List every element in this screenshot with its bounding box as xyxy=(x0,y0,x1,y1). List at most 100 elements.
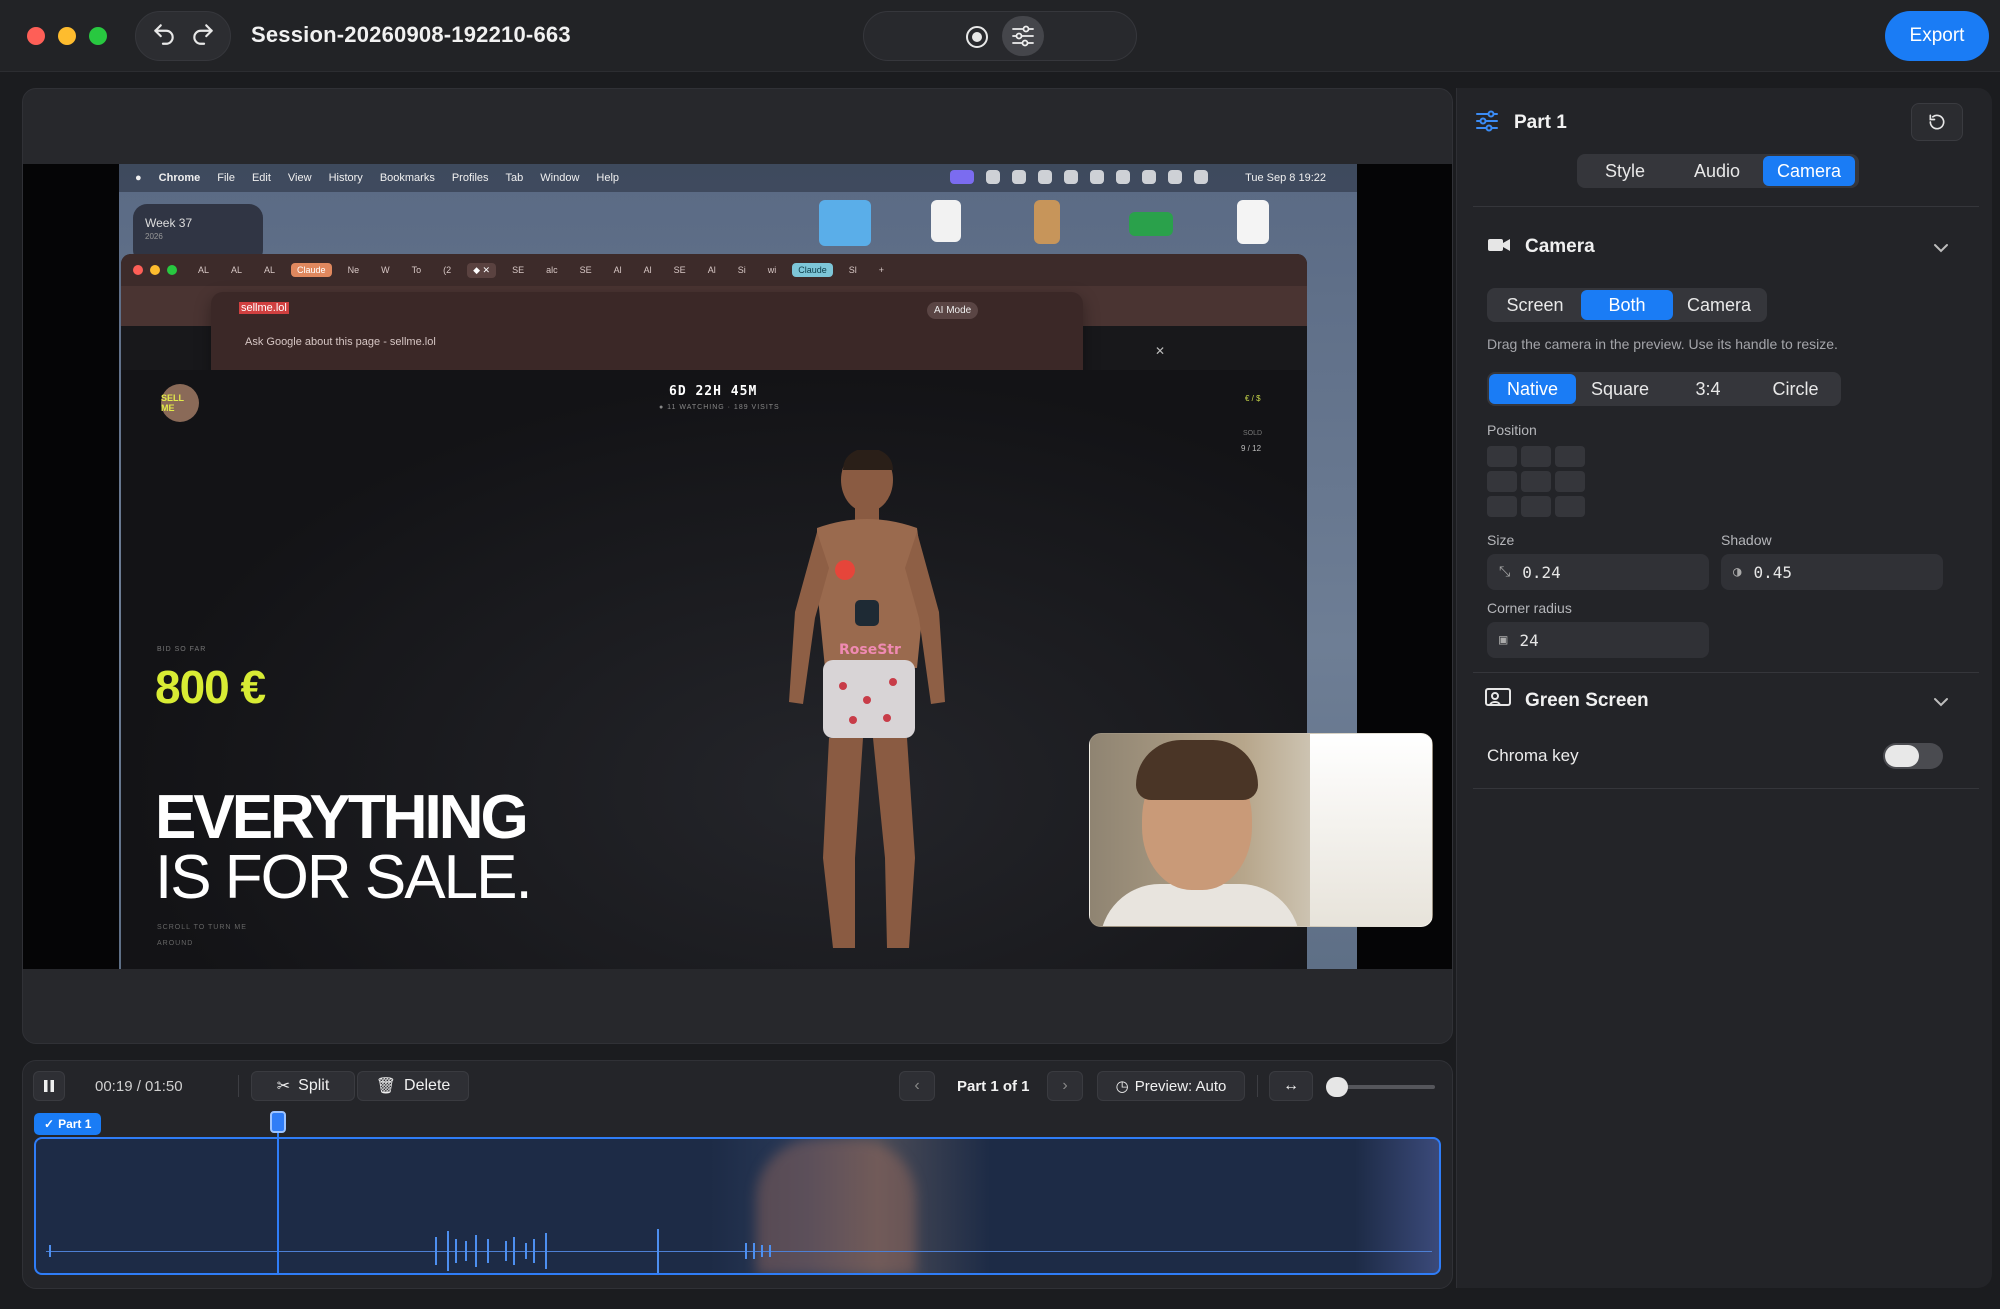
pause-button[interactable] xyxy=(33,1071,65,1101)
chrome-window-controls xyxy=(133,265,177,275)
size-field[interactable]: ⤡ 0.24 xyxy=(1487,554,1709,590)
menubar-item: Tab xyxy=(505,172,524,184)
shadow-field[interactable]: ◑ 0.45 xyxy=(1721,554,1943,590)
shape-native[interactable]: Native xyxy=(1489,374,1576,404)
playhead[interactable] xyxy=(277,1113,279,1275)
camera-shape-selector: Native Square 3:4 Circle xyxy=(1487,372,1841,406)
part-clip-tag[interactable]: ✓ Part 1 xyxy=(34,1113,102,1135)
panel-title: Part 1 xyxy=(1514,112,1567,133)
reset-button[interactable] xyxy=(1911,103,1963,141)
camera-section-title[interactable]: Camera xyxy=(1525,236,1595,258)
menubar-item: Edit xyxy=(251,172,271,184)
week-widget-title: Week 37 xyxy=(145,216,193,230)
undo-icon[interactable] xyxy=(151,21,177,52)
zoom-slider-knob[interactable] xyxy=(1326,1077,1348,1097)
chroma-key-toggle[interactable] xyxy=(1883,743,1943,769)
minimize-window-button[interactable] xyxy=(58,27,76,45)
document-icon xyxy=(931,200,961,242)
menubar-clock: Tue Sep 8 19:22 xyxy=(1245,172,1326,184)
auction-countdown: 6D 22H 45M xyxy=(669,384,758,399)
close-window-button[interactable] xyxy=(27,27,45,45)
position-center[interactable] xyxy=(1521,471,1551,492)
resize-icon: ⤡ xyxy=(1499,564,1511,580)
svg-text:RoseStr: RoseStr xyxy=(839,642,901,658)
timeline-clip[interactable] xyxy=(34,1137,1441,1275)
source-screen[interactable]: Screen xyxy=(1489,290,1581,320)
corner-radius-label: Corner radius xyxy=(1487,600,1572,616)
tab-style[interactable]: Style xyxy=(1579,156,1671,186)
chrome-omnibox: sellme.lol Ask Google about this page - … xyxy=(211,292,1083,382)
new-tab-icon: + xyxy=(878,265,885,275)
menubar-item: Window xyxy=(540,172,580,184)
chrome-tab: AL xyxy=(231,265,243,275)
chrome-tab: Sl xyxy=(848,265,857,275)
size-value: 0.24 xyxy=(1522,562,1561,582)
undo-redo-group xyxy=(135,11,231,61)
trash-icon: 🗑 xyxy=(375,1078,397,1095)
shape-3-4[interactable]: 3:4 xyxy=(1664,374,1752,404)
source-both[interactable]: Both xyxy=(1581,290,1673,320)
green-app-icon xyxy=(1129,212,1173,236)
chrome-tab: alc xyxy=(546,265,558,275)
menubar-item: Bookmarks xyxy=(379,172,435,184)
chrome-tab: SE xyxy=(673,265,686,275)
split-button[interactable]: ✂ Split xyxy=(251,1071,355,1101)
zoom-window-button[interactable] xyxy=(89,27,107,45)
close-icon: ✕ xyxy=(1155,344,1166,358)
playhead-handle[interactable] xyxy=(270,1111,286,1133)
camera-person-hair xyxy=(1136,740,1258,800)
reset-icon xyxy=(1929,114,1945,130)
chrome-tab: Al xyxy=(643,265,652,275)
divider xyxy=(1473,206,1979,207)
chevron-down-icon[interactable] xyxy=(1933,694,1949,712)
source-camera[interactable]: Camera xyxy=(1673,290,1765,320)
waveform-spikes xyxy=(49,1229,771,1273)
position-bottom-right[interactable] xyxy=(1555,496,1585,517)
chroma-key-label: Chroma key xyxy=(1487,746,1579,765)
recording-preview[interactable]: ● Chrome File Edit View History Bookmark… xyxy=(23,164,1452,969)
position-middle-left[interactable] xyxy=(1487,471,1517,492)
bid-value: 800 € xyxy=(155,661,266,713)
delete-button[interactable]: 🗑 Delete xyxy=(357,1071,469,1101)
chrome-tab: SE xyxy=(579,265,592,275)
tab-camera[interactable]: Camera xyxy=(1763,156,1855,186)
currency-switch: € / $ xyxy=(1245,394,1261,403)
pause-icon xyxy=(44,1080,54,1092)
headline-line-2: IS FOR SALE. xyxy=(155,843,533,912)
next-part-button[interactable]: › xyxy=(1047,1071,1083,1101)
fit-timeline-button[interactable]: ↔ xyxy=(1269,1071,1313,1101)
position-middle-right[interactable] xyxy=(1555,471,1585,492)
position-top-center[interactable] xyxy=(1521,446,1551,467)
camera-overlay[interactable] xyxy=(1089,733,1433,927)
green-screen-section-title[interactable]: Green Screen xyxy=(1525,690,1649,712)
chrome-tab: Claude xyxy=(792,263,833,277)
tab-audio[interactable]: Audio xyxy=(1671,156,1763,186)
camera-window-background xyxy=(1310,734,1432,926)
export-button[interactable]: Export xyxy=(1885,11,1989,61)
week-widget-year: 2026 xyxy=(145,232,163,241)
camera-hint: Drag the camera in the preview. Use its … xyxy=(1487,336,1838,352)
position-top-right[interactable] xyxy=(1555,446,1585,467)
preview-mode-button[interactable]: ◷ Preview: Auto xyxy=(1097,1071,1245,1101)
chrome-tab-strip: AL AL AL Claude Ne W To (2 ◆ ✕ SE alc SE… xyxy=(121,254,1307,286)
3d-man-figure: RoseStr xyxy=(789,450,945,948)
position-bottom-center[interactable] xyxy=(1521,496,1551,517)
scissors-icon: ✂ xyxy=(276,1078,291,1095)
record-icon[interactable] xyxy=(964,24,990,50)
shape-circle[interactable]: Circle xyxy=(1752,374,1839,404)
gauge-icon: ◷ xyxy=(1115,1078,1129,1095)
chrome-tab: Si xyxy=(737,265,746,275)
position-top-left[interactable] xyxy=(1487,446,1517,467)
redo-icon[interactable] xyxy=(190,21,216,52)
previous-part-button[interactable]: ‹ xyxy=(899,1071,935,1101)
position-label: Position xyxy=(1487,422,1537,438)
chevron-down-icon[interactable] xyxy=(1933,240,1949,258)
timeline-panel: 00:19 / 01:50 ✂ Split 🗑 Delete ‹ Part 1 … xyxy=(22,1060,1453,1289)
position-bottom-left[interactable] xyxy=(1487,496,1517,517)
shape-square[interactable]: Square xyxy=(1576,374,1664,404)
adjustments-icon[interactable] xyxy=(1002,16,1044,56)
sold-value: 9 / 12 xyxy=(1241,444,1262,453)
chrome-tab: (2 xyxy=(443,265,452,275)
corner-radius-field[interactable]: ▣ 24 xyxy=(1487,622,1709,658)
session-title: Session-20260908-192210-663 xyxy=(251,22,571,47)
